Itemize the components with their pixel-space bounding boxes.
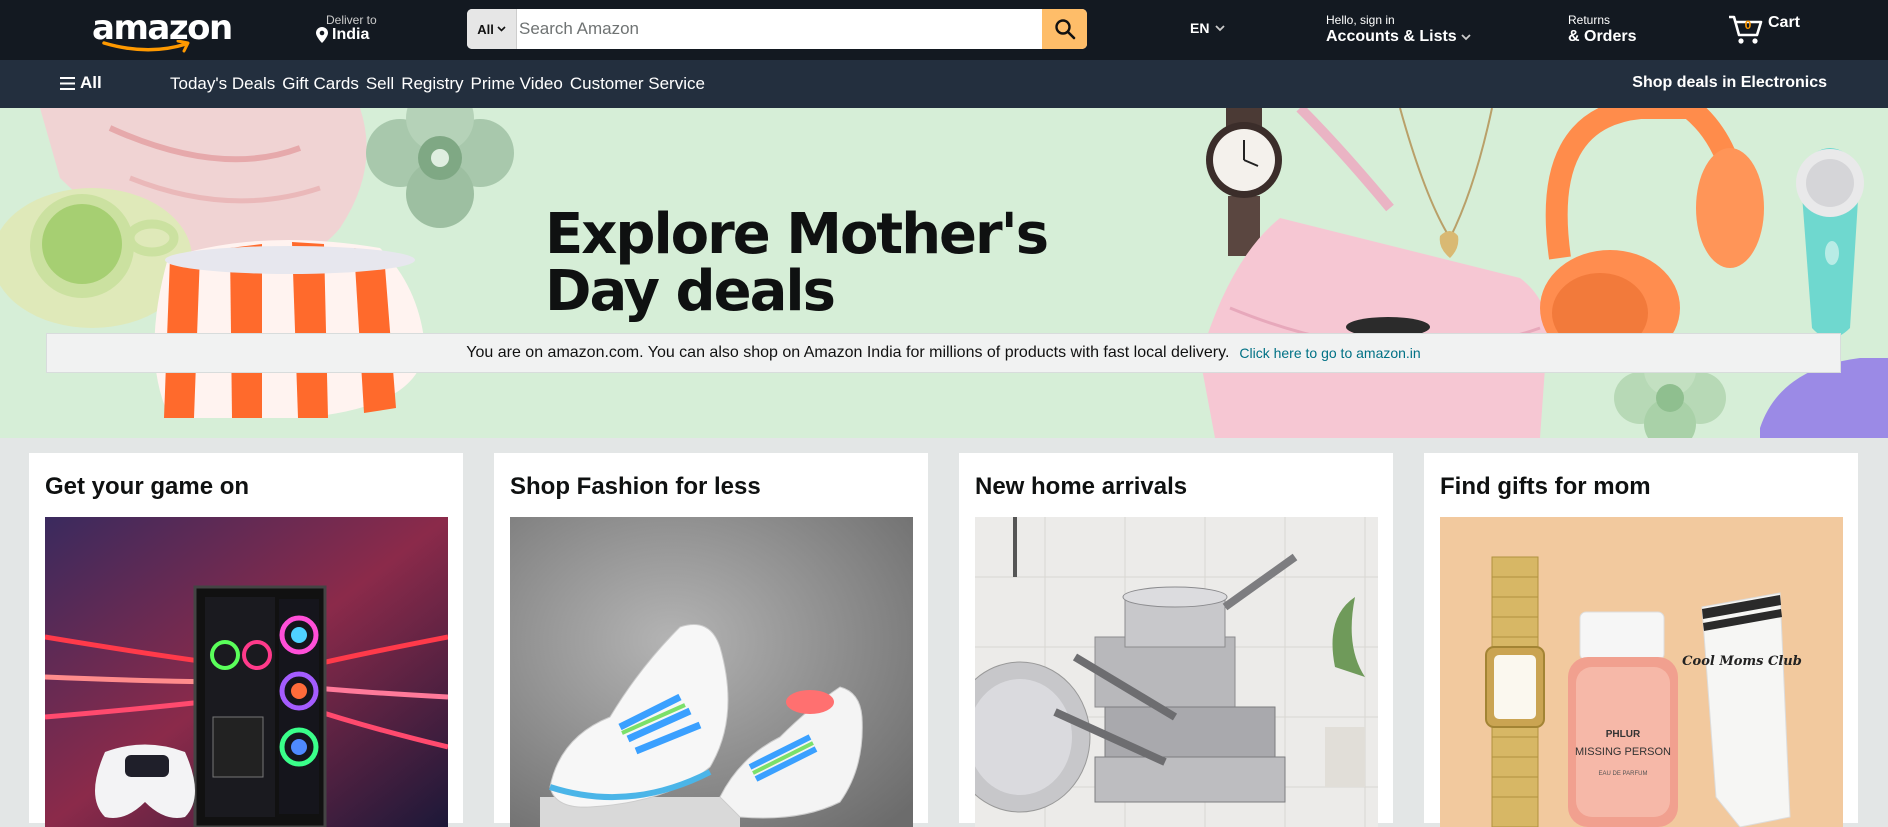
subnav-link-registry[interactable]: Registry <box>401 74 463 94</box>
card-fashion[interactable]: Shop Fashion for less <box>494 453 928 827</box>
subnav-link-sell[interactable]: Sell <box>366 74 394 94</box>
cookware-image[interactable] <box>975 517 1378 827</box>
returns-orders-link[interactable]: Returns & Orders <box>1568 13 1636 46</box>
subnav-links: Today's Deals Gift Cards Sell Registry P… <box>170 74 705 94</box>
card-title: New home arrivals <box>975 473 1188 500</box>
card-title: Find gifts for mom <box>1440 473 1651 500</box>
returns-label: Returns <box>1568 13 1611 27</box>
gifts-image[interactable]: PHLUR MISSING PERSON EAU DE PARFUM Cool … <box>1440 517 1843 827</box>
language-label: EN <box>1190 20 1210 36</box>
locale-notice-text: You are on amazon.com. You can also shop… <box>466 344 1230 361</box>
amazon-in-link[interactable]: Click here to go to amazon.in <box>1239 345 1420 361</box>
search-bar: All Search Amazon <box>467 9 1087 49</box>
cart-icon: 0 <box>1729 15 1763 44</box>
card-game[interactable]: Get your game on <box>29 453 463 827</box>
hamburger-menu-icon <box>60 76 75 90</box>
account-label: Accounts & Lists <box>1326 28 1457 45</box>
subnav-link-prime-video[interactable]: Prime Video <box>471 74 563 94</box>
perfume-type: EAU DE PARFUM <box>1599 771 1648 777</box>
subnav-link-gift-cards[interactable]: Gift Cards <box>282 74 359 94</box>
cart-button[interactable]: 0 Cart <box>1728 12 1800 46</box>
orders-label: & Orders <box>1568 28 1637 45</box>
chevron-down-icon <box>1215 24 1226 31</box>
location-pin-icon <box>316 27 328 43</box>
card-gifts[interactable]: Find gifts for mom PHLUR MISSING PERSON … <box>1424 453 1858 827</box>
card-title: Get your game on <box>45 473 250 500</box>
search-input[interactable]: Search Amazon <box>517 9 1042 49</box>
search-category-select[interactable]: All <box>467 9 517 49</box>
top-navbar: amazon Deliver to India All Search Amazo… <box>0 0 1888 60</box>
hero-title: Explore Mother's Day deals <box>545 202 1049 324</box>
logo-smile-icon <box>102 40 190 53</box>
all-menu-button[interactable]: All <box>60 73 102 93</box>
chevron-down-icon <box>497 26 506 32</box>
deliver-to-label: Deliver to <box>326 13 377 27</box>
deliver-to-location: India <box>332 26 370 43</box>
account-menu[interactable]: Hello, sign in Accounts & Lists <box>1326 13 1471 46</box>
card-home[interactable]: New home arrivals <box>959 453 1393 827</box>
subnav-link-todays-deals[interactable]: Today's Deals <box>170 74 275 94</box>
all-menu-label: All <box>80 73 102 92</box>
deliver-to-row: India <box>316 26 369 44</box>
perfume-brand: PHLUR <box>1606 729 1641 740</box>
account-row: Accounts & Lists <box>1326 28 1471 46</box>
subnav-link-customer-service[interactable]: Customer Service <box>570 74 705 94</box>
hero-banner[interactable]: Explore Mother's Day deals You are on am… <box>0 108 1888 438</box>
search-button[interactable] <box>1042 9 1087 49</box>
search-category-label: All <box>477 21 494 37</box>
language-selector[interactable]: EN <box>1190 20 1226 36</box>
locale-notice: You are on amazon.com. You can also shop… <box>46 333 1841 373</box>
search-icon <box>1054 19 1075 40</box>
subnav-promo-link[interactable]: Shop deals in Electronics <box>1632 74 1827 92</box>
card-title: Shop Fashion for less <box>510 473 761 500</box>
cart-label: Cart <box>1768 14 1801 31</box>
sock-text: Cool Moms Club <box>1682 654 1802 669</box>
chevron-down-icon <box>1461 33 1471 40</box>
perfume-name: MISSING PERSON <box>1575 746 1671 758</box>
cart-count: 0 <box>1745 18 1752 32</box>
gaming-pc-image[interactable] <box>45 517 448 827</box>
account-greeting: Hello, sign in <box>1326 13 1395 27</box>
amazon-logo[interactable]: amazon <box>92 6 233 53</box>
secondary-navbar: All Today's Deals Gift Cards Sell Regist… <box>0 60 1888 108</box>
sneakers-image[interactable] <box>510 517 913 827</box>
